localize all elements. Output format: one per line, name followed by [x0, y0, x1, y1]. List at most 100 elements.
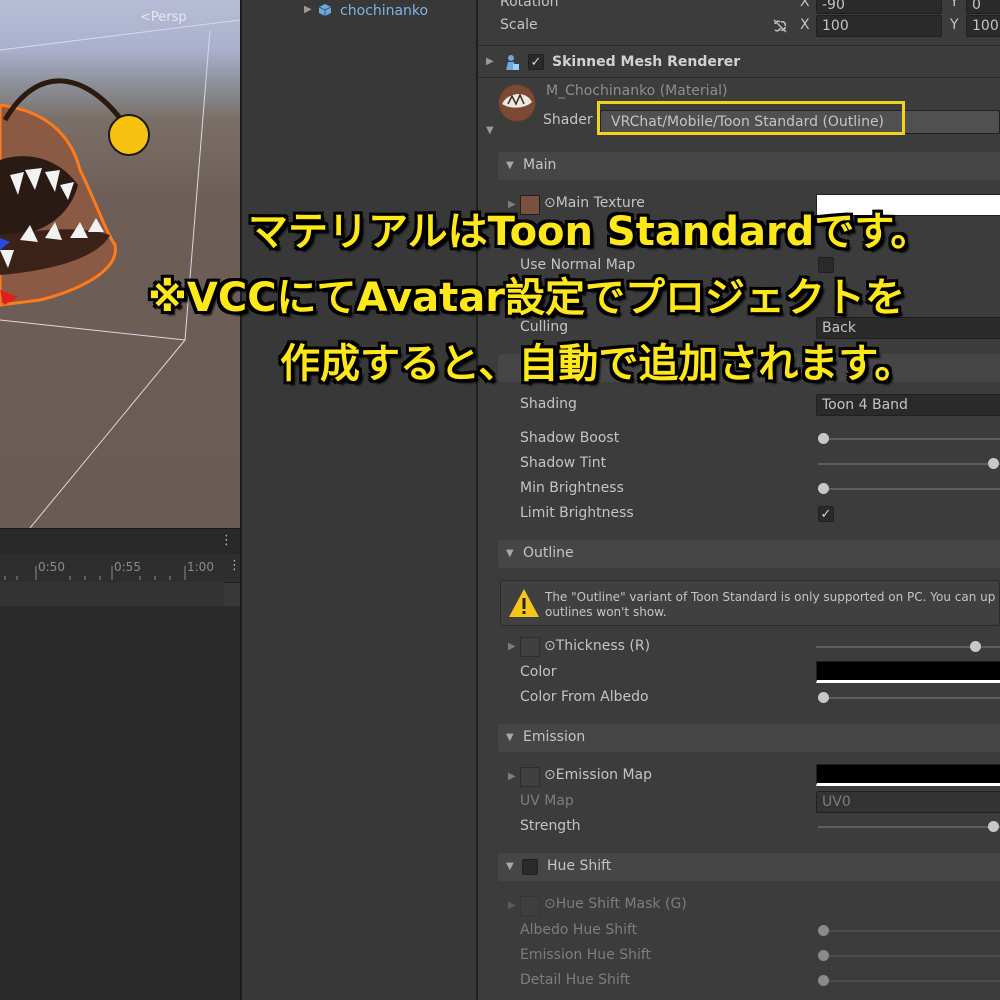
material-sphere-icon — [499, 85, 535, 121]
timeline-ruler[interactable]: 0:50 0:55 1:00 ⋮ — [0, 554, 241, 583]
section-outline-title: Outline — [523, 545, 574, 561]
section-hue-shift[interactable]: ▼ Hue Shift — [498, 853, 1000, 881]
albedo-hue-shift-label: Albedo Hue Shift — [520, 922, 638, 938]
min-brightness-label: Min Brightness — [520, 480, 624, 496]
strength-slider[interactable] — [818, 826, 1000, 828]
limit-brightness-label: Limit Brightness — [520, 505, 634, 521]
divider — [478, 77, 1000, 78]
shadow-boost-slider[interactable] — [818, 438, 1000, 440]
min-brightness-slider[interactable] — [818, 488, 1000, 490]
emission-color-swatch[interactable] — [816, 764, 1000, 786]
strength-label: Strength — [520, 818, 581, 834]
scene-viewport — [0, 19, 240, 528]
shader-label: Shader — [543, 112, 593, 128]
section-main-title: Main — [523, 157, 557, 173]
section-hue-shift-title: Hue Shift — [547, 858, 612, 874]
skinned-mesh-icon — [506, 55, 519, 70]
hue-shift-enable-checkbox[interactable] — [522, 859, 538, 875]
emission-map-label: ⊙Emission Map — [544, 767, 653, 783]
caption-line-1: マテリアルはToon Standardです。 — [248, 209, 931, 255]
detail-hue-shift-slider[interactable] — [818, 980, 1000, 982]
slider-knob[interactable] — [818, 433, 829, 444]
shading-dropdown[interactable]: Toon 4 Band — [816, 394, 1000, 416]
axis-y-label: Y — [950, 0, 959, 10]
timeline-toolbar: ⋮ — [0, 528, 240, 555]
caption-line-2: ※VCCにてAvatar設定でプロジェクトを — [148, 275, 905, 321]
component-enabled-checkbox[interactable]: ✓ — [528, 54, 544, 70]
color-from-albedo-label: Color From Albedo — [520, 689, 649, 705]
emission-hue-shift-label: Emission Hue Shift — [520, 947, 652, 963]
limit-brightness-checkbox[interactable]: ✓ — [818, 506, 834, 522]
constrain-proportions-icon[interactable] — [772, 19, 788, 33]
rotation-label: Rotation — [500, 0, 559, 10]
caption-line-3: 作成すると、自動で追加されます。 — [280, 341, 915, 387]
material-name: M_Chochinanko (Material) — [546, 83, 728, 99]
collapse-arrow-icon: ▼ — [506, 861, 514, 872]
slider-knob[interactable] — [818, 950, 829, 961]
warning-text-line2: outlines won't show. — [545, 605, 667, 619]
color-from-albedo-slider[interactable] — [818, 697, 1000, 699]
rotation-y-field[interactable]: 0 — [966, 0, 1000, 14]
thickness-texture-slot[interactable] — [520, 637, 540, 657]
collapse-arrow-icon: ▼ — [506, 548, 514, 559]
section-main[interactable]: ▼ Main — [498, 152, 1000, 180]
scale-label: Scale — [500, 17, 538, 33]
hue-mask-texture-slot[interactable] — [520, 896, 540, 916]
section-emission-title: Emission — [523, 729, 586, 745]
uv-map-dropdown[interactable]: UV0 — [816, 791, 1000, 813]
anglerfish-model — [0, 78, 150, 307]
albedo-hue-shift-slider[interactable] — [818, 930, 1000, 932]
emission-hue-shift-slider[interactable] — [818, 955, 1000, 957]
axis-x-label: X — [800, 17, 810, 33]
shading-label: Shading — [520, 396, 577, 412]
scale-x-field[interactable]: 100 — [816, 15, 942, 37]
slider-knob[interactable] — [818, 692, 829, 703]
slider-knob[interactable] — [988, 458, 999, 469]
slider-knob[interactable] — [970, 641, 981, 652]
expand-arrow-icon[interactable]: ▶ — [486, 56, 494, 67]
expand-arrow-icon[interactable]: ▼ — [486, 125, 494, 136]
timeline-track[interactable] — [0, 582, 224, 606]
section-emission[interactable]: ▼ Emission — [498, 724, 1000, 752]
collapse-arrow-icon: ▼ — [506, 732, 514, 743]
warning-text: The "Outline" variant of Toon Standard i… — [545, 590, 996, 604]
section-outline[interactable]: ▼ Outline — [498, 540, 1000, 568]
shadow-tint-slider[interactable] — [818, 463, 1000, 465]
scale-y-field[interactable]: 100 — [966, 15, 1000, 37]
component-title: Skinned Mesh Renderer — [552, 54, 741, 70]
inspector-panel — [478, 0, 1000, 1000]
hierarchy-panel — [242, 0, 476, 1000]
slider-knob[interactable] — [818, 975, 829, 986]
persp-label[interactable]: <Persp — [140, 10, 187, 25]
axis-y-label: Y — [950, 17, 959, 33]
expand-arrow-icon[interactable]: ▶ — [304, 4, 312, 15]
outline-color-swatch[interactable] — [816, 661, 1000, 683]
shader-highlight-box — [597, 101, 905, 135]
expand-arrow-icon[interactable]: ▶ — [508, 641, 516, 652]
rotation-x-field[interactable]: -90 — [816, 0, 942, 14]
expand-arrow-icon[interactable]: ▶ — [508, 900, 516, 911]
emission-texture-slot[interactable] — [520, 767, 540, 787]
outline-color-label: Color — [520, 664, 557, 680]
prefab-cube-icon — [318, 4, 332, 16]
thickness-label: ⊙Thickness (R) — [544, 638, 651, 654]
tick-label: 1:00 — [187, 560, 214, 574]
expand-arrow-icon[interactable]: ▶ — [508, 771, 516, 782]
use-normal-map-label: Use Normal Map — [520, 257, 636, 273]
slider-knob[interactable] — [818, 483, 829, 494]
use-normal-map-checkbox[interactable] — [818, 257, 834, 273]
tick-label: 0:50 — [38, 560, 65, 574]
slider-knob[interactable] — [988, 821, 999, 832]
detail-hue-shift-label: Detail Hue Shift — [520, 972, 630, 988]
divider — [478, 45, 1000, 46]
uv-map-label: UV Map — [520, 793, 574, 809]
more-options-icon[interactable]: ⋮ — [220, 533, 233, 548]
culling-label: Culling — [520, 319, 569, 335]
slider-knob[interactable] — [818, 925, 829, 936]
hierarchy-item-chochinanko[interactable]: chochinanko — [340, 3, 428, 19]
material-preview-thumbnail[interactable] — [498, 84, 536, 122]
scene-view[interactable]: <Persp — [0, 0, 240, 528]
shadow-tint-label: Shadow Tint — [520, 455, 607, 471]
collapse-arrow-icon: ▼ — [506, 160, 514, 171]
hue-shift-mask-label: ⊙Hue Shift Mask (G) — [544, 896, 687, 912]
